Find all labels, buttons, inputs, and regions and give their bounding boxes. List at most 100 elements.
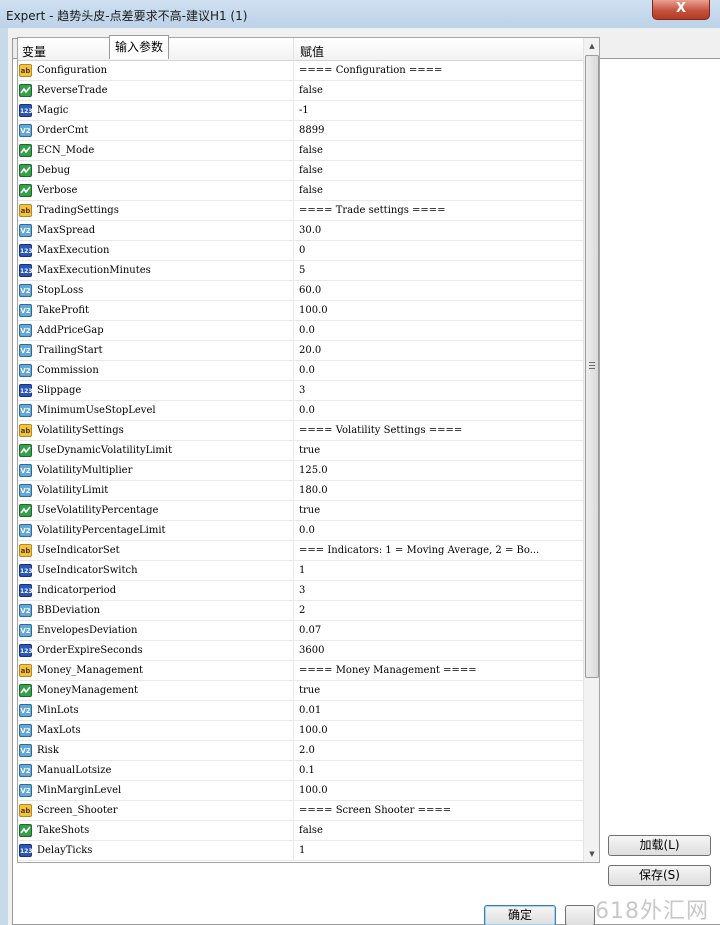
variable-value[interactable]: false — [299, 145, 579, 156]
table-row[interactable]: UseDynamicVolatilityLimit true — [18, 441, 583, 461]
variable-value[interactable]: false — [299, 85, 579, 96]
column-header-variable[interactable]: 变量 — [22, 43, 46, 60]
close-button[interactable]: X — [652, 0, 710, 20]
column-divider[interactable] — [293, 38, 294, 61]
table-row[interactable]: V2 OrderCmt 8899 — [18, 121, 583, 141]
table-row[interactable]: V2 EnvelopesDeviation 0.07 — [18, 621, 583, 641]
variable-value[interactable]: 3600 — [299, 645, 579, 656]
variable-value[interactable]: -1 — [299, 105, 579, 116]
variable-value[interactable]: 2.0 — [299, 745, 579, 756]
variable-value[interactable]: 100.0 — [299, 785, 579, 796]
table-row[interactable]: V2 MaxLots 100.0 — [18, 721, 583, 741]
variable-value[interactable]: false — [299, 165, 579, 176]
table-row[interactable]: 123 MaxExecutionMinutes 5 — [18, 261, 583, 281]
table-row[interactable]: V2 BBDeviation 2 — [18, 601, 583, 621]
variable-value[interactable]: 0.07 — [299, 625, 579, 636]
table-row[interactable]: TakeShots false — [18, 821, 583, 841]
variable-value[interactable]: 20.0 — [299, 345, 579, 356]
variable-value[interactable]: 5 — [299, 265, 579, 276]
variable-value[interactable]: 100.0 — [299, 305, 579, 316]
variable-value[interactable]: ==== Volatility Settings ==== — [299, 425, 579, 436]
table-row[interactable]: V2 VolatilityPercentageLimit 0.0 — [18, 521, 583, 541]
table-row[interactable]: MoneyManagement true — [18, 681, 583, 701]
variable-value[interactable]: 8899 — [299, 125, 579, 136]
variable-value[interactable]: 2 — [299, 605, 579, 616]
double-type-icon: V2 — [19, 524, 32, 537]
table-row[interactable]: V2 StopLoss 60.0 — [18, 281, 583, 301]
variable-value[interactable]: 0 — [299, 245, 579, 256]
variable-value[interactable]: 125.0 — [299, 465, 579, 476]
ok-button[interactable]: 确定 — [484, 905, 556, 925]
table-row[interactable]: ab VolatilitySettings ==== Volatility Sett… — [18, 421, 583, 441]
table-row[interactable]: V2 MinMarginLevel 100.0 — [18, 781, 583, 801]
variable-value[interactable]: 180.0 — [299, 485, 579, 496]
variable-value[interactable]: 1 — [299, 565, 579, 576]
scroll-thumb[interactable] — [585, 55, 599, 678]
string-type-icon: ab — [19, 544, 32, 557]
integer-type-icon: 123 — [19, 384, 33, 397]
variable-value[interactable]: 30.0 — [299, 225, 579, 236]
boolean-type-icon — [19, 84, 32, 97]
variable-value[interactable]: 0.0 — [299, 365, 579, 376]
table-row[interactable]: Verbose false — [18, 181, 583, 201]
title-bar[interactable]: Expert - 趋势头皮-点差要求不高-建议H1 (1) X — [0, 0, 720, 28]
table-row[interactable]: V2 VolatilityLimit 180.0 — [18, 481, 583, 501]
table-row[interactable]: 123 MaxExecution 0 — [18, 241, 583, 261]
variable-value[interactable]: ==== Configuration ==== — [299, 65, 579, 76]
variable-value[interactable]: === Indicators: 1 = Moving Average, 2 = … — [299, 545, 579, 556]
table-row[interactable]: 123 Magic -1 — [18, 101, 583, 121]
scroll-down-arrow-icon[interactable]: ▼ — [584, 846, 599, 862]
grid-rows: ab Configuration ==== Configuration ==== Re… — [18, 61, 583, 861]
table-row[interactable]: 123 DelayTicks 1 — [18, 841, 583, 861]
variable-value[interactable]: true — [299, 505, 579, 516]
variable-value[interactable]: true — [299, 445, 579, 456]
variable-value[interactable]: 60.0 — [299, 285, 579, 296]
table-row[interactable]: V2 AddPriceGap 0.0 — [18, 321, 583, 341]
table-row[interactable]: ab UseIndicatorSet === Indicators: 1 = Mov… — [18, 541, 583, 561]
vertical-scrollbar[interactable]: ▲ ▼ — [583, 38, 599, 862]
table-row[interactable]: 123 Slippage 3 — [18, 381, 583, 401]
cancel-button[interactable] — [565, 905, 595, 925]
variable-value[interactable]: ==== Trade settings ==== — [299, 205, 579, 216]
variable-value[interactable]: 0.0 — [299, 405, 579, 416]
variable-value[interactable]: false — [299, 825, 579, 836]
table-row[interactable]: ECN_Mode false — [18, 141, 583, 161]
table-row[interactable]: V2 VolatilityMultiplier 125.0 — [18, 461, 583, 481]
boolean-type-icon — [19, 164, 32, 177]
variable-value[interactable]: 0.1 — [299, 765, 579, 776]
variable-value[interactable]: 3 — [299, 385, 579, 396]
table-row[interactable]: Debug false — [18, 161, 583, 181]
variable-value[interactable]: ==== Screen Shooter ==== — [299, 805, 579, 816]
variable-value[interactable]: 100.0 — [299, 725, 579, 736]
table-row[interactable]: ab Screen_Shooter ==== Screen Shooter ==== — [18, 801, 583, 821]
table-row[interactable]: ab Money_Management ==== Money Management … — [18, 661, 583, 681]
variable-value[interactable]: 0.0 — [299, 525, 579, 536]
table-row[interactable]: 123 UseIndicatorSwitch 1 — [18, 561, 583, 581]
table-row[interactable]: V2 MinLots 0.01 — [18, 701, 583, 721]
table-row[interactable]: V2 Risk 2.0 — [18, 741, 583, 761]
variable-value[interactable]: 0.0 — [299, 325, 579, 336]
table-row[interactable]: UseVolatilityPercentage true — [18, 501, 583, 521]
variable-value[interactable]: true — [299, 685, 579, 696]
table-row[interactable]: ab TradingSettings ==== Trade settings ===… — [18, 201, 583, 221]
variable-value[interactable]: 0.01 — [299, 705, 579, 716]
table-row[interactable]: V2 TakeProfit 100.0 — [18, 301, 583, 321]
table-row[interactable]: V2 MinimumUseStopLevel 0.0 — [18, 401, 583, 421]
table-row[interactable]: V2 ManualLotsize 0.1 — [18, 761, 583, 781]
table-row[interactable]: 123 Indicatorperiod 3 — [18, 581, 583, 601]
column-header-value[interactable]: 赋值 — [300, 43, 324, 60]
tab-inputs[interactable]: 输入参数 — [109, 35, 170, 59]
variable-value[interactable]: ==== Money Management ==== — [299, 665, 579, 676]
table-row[interactable]: ReverseTrade false — [18, 81, 583, 101]
table-row[interactable]: V2 TrailingStart 20.0 — [18, 341, 583, 361]
scroll-up-arrow-icon[interactable]: ▲ — [584, 38, 599, 54]
table-row[interactable]: V2 Commission 0.0 — [18, 361, 583, 381]
table-row[interactable]: 123 OrderExpireSeconds 3600 — [18, 641, 583, 661]
load-button[interactable]: 加载(L) — [608, 835, 711, 856]
variable-value[interactable]: 3 — [299, 585, 579, 596]
variable-value[interactable]: false — [299, 185, 579, 196]
save-button[interactable]: 保存(S) — [608, 865, 711, 886]
variable-value[interactable]: 1 — [299, 845, 579, 856]
table-row[interactable]: V2 MaxSpread 30.0 — [18, 221, 583, 241]
table-row[interactable]: ab Configuration ==== Configuration ==== — [18, 61, 583, 81]
